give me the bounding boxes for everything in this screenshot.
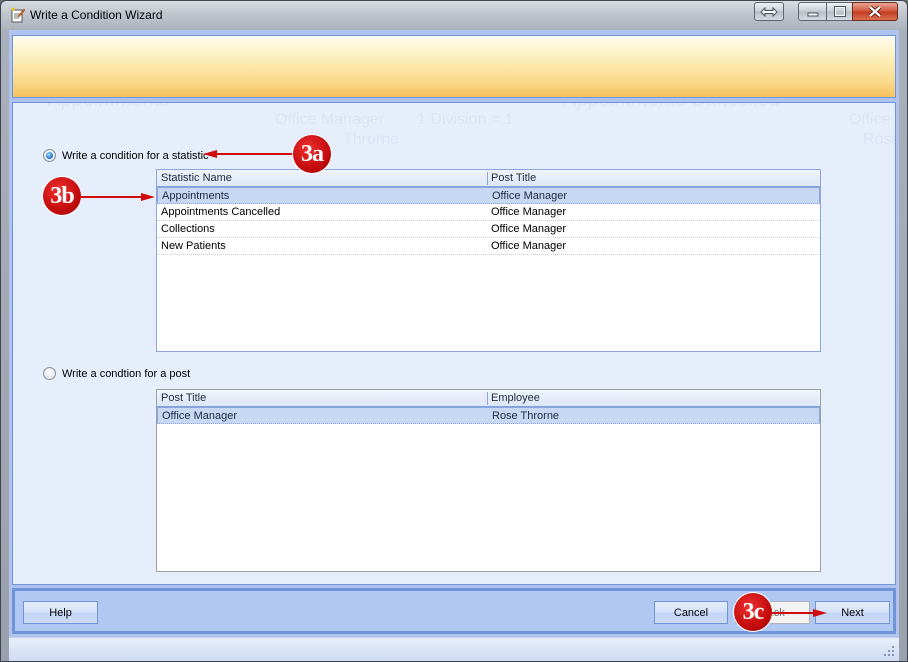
ghost-text: Rose	[863, 131, 895, 148]
column-header-post-title[interactable]: Post Title	[157, 390, 487, 406]
wizard-header-banner	[12, 35, 896, 98]
column-header-employee[interactable]: Employee	[487, 390, 820, 406]
callout-3a: 3a	[293, 135, 331, 173]
title-bar[interactable]: Write a Condition Wizard	[1, 1, 907, 29]
post-radio[interactable]	[43, 367, 56, 380]
ghost-text: Office Manager	[275, 111, 385, 128]
status-bar	[9, 637, 899, 661]
post-option-label: Write a condtion for a post	[62, 367, 191, 380]
posts-row[interactable]: Office Manager Rose Throrne	[157, 407, 820, 424]
employee-cell: Rose Throrne	[492, 410, 560, 422]
posts-grid-header: Post Title Employee	[157, 390, 820, 407]
post-option[interactable]: Write a condtion for a post	[43, 367, 190, 380]
post-title-cell: Office Manager	[491, 206, 567, 218]
column-header-post-title[interactable]: Post Title	[487, 170, 820, 186]
statistic-name-cell: Collections	[161, 223, 215, 235]
statistic-option[interactable]: Write a condition for a statistic	[43, 149, 209, 162]
close-button[interactable]	[852, 2, 898, 21]
cancel-button[interactable]: Cancel	[654, 601, 728, 624]
window-title: Write a Condition Wizard	[30, 8, 163, 22]
ghost-text: 1 Division = 1	[417, 111, 514, 128]
statistics-grid[interactable]: Statistic Name Post Title Appointments O…	[156, 169, 821, 352]
edit-document-icon	[11, 7, 26, 23]
statistics-row[interactable]: Appointments Cancelled Office Manager	[157, 204, 820, 221]
statistics-grid-header: Statistic Name Post Title	[157, 170, 820, 187]
restore-size-icon	[760, 6, 778, 17]
ghost-text: Throrne	[343, 131, 400, 148]
statistic-name-cell: Appointments	[162, 190, 230, 202]
statistics-row[interactable]: Appointments Office Manager	[157, 187, 820, 204]
wizard-content-panel: Appointments Appointments Cancelled Offi…	[12, 102, 896, 585]
ghost-text: Office	[849, 111, 891, 128]
statistic-radio[interactable]	[43, 149, 56, 162]
statistic-name-cell: Appointments Cancelled	[161, 206, 281, 218]
minimize-button[interactable]	[798, 2, 827, 21]
statistic-name-cell: New Patients	[161, 240, 226, 252]
statistics-row[interactable]: New Patients Office Manager	[157, 238, 820, 255]
callout-arrow-line	[81, 196, 143, 198]
resize-grip-icon[interactable]	[882, 644, 896, 658]
maximize-icon	[833, 6, 846, 17]
statistic-option-label: Write a condition for a statistic	[62, 149, 209, 162]
minimize-icon	[807, 12, 818, 16]
wizard-window: Write a Condition Wizard Office Manager …	[0, 0, 908, 662]
resize-toggle-button[interactable]	[754, 2, 784, 21]
ghost-text: Appointments Cancelled	[563, 103, 780, 112]
callout-arrow-line	[771, 612, 815, 614]
close-icon	[868, 6, 882, 17]
callout-3b: 3b	[43, 177, 81, 215]
post-title-cell: Office Manager	[492, 190, 568, 202]
column-header-statistic-name[interactable]: Statistic Name	[157, 170, 487, 186]
callout-arrow-head	[813, 609, 827, 617]
post-title-cell: Office Manager	[162, 410, 238, 422]
callout-arrow-line	[215, 153, 295, 155]
wizard-client-area: Appointments Appointments Cancelled Offi…	[9, 30, 899, 661]
ghost-text: Appointments	[47, 103, 169, 112]
maximize-button[interactable]	[826, 2, 853, 21]
callout-3c: 3c	[734, 593, 772, 631]
post-title-cell: Office Manager	[491, 240, 567, 252]
posts-grid[interactable]: Post Title Employee Office Manager Rose …	[156, 389, 821, 572]
post-title-cell: Office Manager	[491, 223, 567, 235]
help-button[interactable]: Help	[23, 601, 98, 624]
statistics-row[interactable]: Collections Office Manager	[157, 221, 820, 238]
callout-arrow-head	[141, 193, 155, 201]
